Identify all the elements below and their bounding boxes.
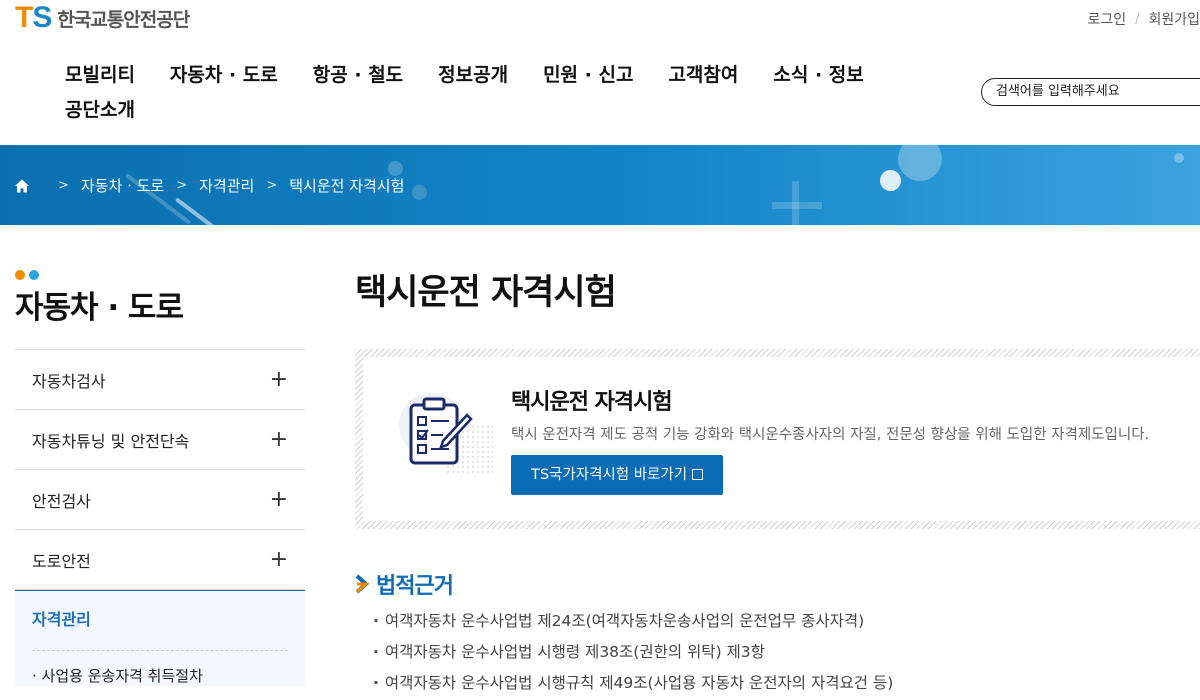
- decor-circle: [880, 170, 901, 191]
- chevron-right-icon: >: [176, 178, 188, 193]
- logo-mark: TS: [15, 1, 52, 34]
- sidebar-menu: 자동차검사 + 자동차튜닝 및 안전단속 + 안전검사 + 도로안전 + 자격관…: [15, 349, 305, 686]
- gnb-item-car-road[interactable]: 자동차 · 도로: [170, 60, 278, 95]
- search-input[interactable]: 검색어를 입력해주세요: [981, 78, 1200, 106]
- ts-exam-link-label: TS국가자격시험 바로가기: [531, 467, 688, 483]
- list-item: 여객자동차 운수사업법 제24조(여객자동차운송사업의 운전업무 종사자격): [373, 606, 1200, 637]
- sidebar-item-road-safety[interactable]: 도로안전 +: [15, 530, 305, 590]
- chevron-right-icon: >: [58, 178, 69, 193]
- list-item: 여객자동차 운수사업법 시행령 제38조(권한의 위탁) 제3항: [373, 637, 1200, 668]
- plus-icon[interactable]: +: [270, 367, 288, 392]
- sidebar: 자동차 · 도로 자동차검사 + 자동차튜닝 및 안전단속 + 안전검사 + 도…: [15, 270, 305, 686]
- visual-band: > 자동차 · 도로 > 자격관리 > 택시운전 자격시험: [0, 145, 1200, 225]
- sidebar-item-tuning[interactable]: 자동차튜닝 및 안전단속 +: [15, 410, 305, 470]
- plus-icon[interactable]: +: [270, 487, 288, 512]
- decor-circle: [1174, 153, 1184, 163]
- site-logo[interactable]: TS 한국교통안전공단: [15, 1, 190, 34]
- signup-link[interactable]: 회원가입: [1148, 9, 1200, 29]
- decor-plus: [772, 202, 822, 209]
- sidebar-item-label: 자동차검사: [32, 371, 106, 391]
- intro-description: 택시 운전자격 제도 공적 기능 강화와 택시운수종사자의 자질, 전문성 향상…: [511, 427, 1150, 443]
- plus-icon[interactable]: +: [270, 427, 288, 452]
- utility-links: 로그인 / 회원가입: [1087, 9, 1200, 29]
- home-icon[interactable]: [14, 178, 30, 194]
- legal-basis-title: 법적근거: [376, 574, 454, 599]
- gnb-item-disclosure[interactable]: 정보공개: [438, 60, 508, 95]
- divider: /: [1135, 11, 1140, 27]
- dot-orange: [15, 270, 25, 280]
- global-nav: 모빌리티 자동차 · 도로 항공 · 철도 정보공개 민원 · 신고 고객참여 …: [65, 60, 925, 130]
- header: TS 한국교통안전공단 로그인 / 회원가입 모빌리티 자동차 · 도로 항공 …: [0, 0, 1200, 145]
- breadcrumb: > 자동차 · 도로 > 자격관리 > 택시운전 자격시험: [14, 175, 404, 196]
- sidebar-title: 자동차 · 도로: [15, 290, 184, 326]
- breadcrumb-item[interactable]: 자격관리: [199, 175, 254, 196]
- breadcrumb-current[interactable]: 택시운전 자격시험: [289, 175, 404, 196]
- sidebar-subitem[interactable]: · 사업용 운송자격 취득절차: [32, 651, 288, 686]
- sidebar-item-car-inspection[interactable]: 자동차검사 +: [15, 350, 305, 410]
- sidebar-item-safety-inspection[interactable]: 안전검사 +: [15, 470, 305, 530]
- sidebar-item-label: 자동차튜닝 및 안전단속: [32, 431, 190, 451]
- logo-text: 한국교통안전공단: [57, 8, 190, 31]
- section-dots: [15, 270, 305, 280]
- intro-title: 택시운전 자격시험: [511, 390, 673, 415]
- chevron-right-icon: >: [266, 178, 278, 193]
- gnb-item-air-rail[interactable]: 항공 · 철도: [313, 60, 403, 95]
- checklist-icon: [399, 393, 493, 475]
- page-title: 택시운전 자격시험: [355, 273, 617, 313]
- decor-circle: [412, 185, 427, 200]
- gnb-item-customer[interactable]: 고객참여: [668, 60, 738, 95]
- gnb-item-news[interactable]: 소식 · 정보: [773, 60, 863, 95]
- decor-line: [174, 197, 226, 225]
- gnb-item-about[interactable]: 공단소개: [65, 95, 135, 130]
- decor-circle: [898, 145, 942, 181]
- legal-basis: 법적근거 여객자동차 운수사업법 제24조(여객자동차운송사업의 운전업무 종사…: [355, 566, 1200, 699]
- ts-exam-link-button[interactable]: TS국가자격시험 바로가기: [511, 455, 723, 495]
- decor-circle: [388, 161, 403, 176]
- intro-box: 택시운전 자격시험 택시 운전자격 제도 공적 기능 강화와 택시운수종사자의 …: [355, 349, 1200, 529]
- breadcrumb-item[interactable]: 자동차 · 도로: [81, 175, 164, 196]
- legal-basis-list: 여객자동차 운수사업법 제24조(여객자동차운송사업의 운전업무 종사자격) 여…: [355, 606, 1200, 699]
- external-link-icon: [692, 469, 704, 480]
- plus-icon[interactable]: +: [270, 547, 288, 572]
- login-link[interactable]: 로그인: [1087, 9, 1126, 29]
- list-item: 여객자동차 운수사업법 시행규칙 제49조(사업용 자동차 운전자의 자격요건 …: [373, 668, 1200, 699]
- arrow-right-icon: [355, 574, 369, 594]
- dot-blue: [29, 270, 39, 280]
- gnb-item-mobility[interactable]: 모빌리티: [65, 60, 135, 95]
- sidebar-item-label: 도로안전: [32, 551, 91, 571]
- sidebar-item-qualification: 자격관리 · 사업용 운송자격 취득절차: [15, 590, 305, 686]
- gnb-item-civil[interactable]: 민원 · 신고: [543, 60, 633, 95]
- sidebar-item-active-label[interactable]: 자격관리: [32, 591, 288, 651]
- sidebar-item-label: 안전검사: [32, 491, 91, 511]
- main-content: 택시운전 자격시험 택시운전 자격시험 택시 운전자격 제도 공적 기능 강화와…: [355, 270, 1200, 692]
- sidebar-subitem-label: 사업용 운송자격 취득절차: [41, 667, 203, 685]
